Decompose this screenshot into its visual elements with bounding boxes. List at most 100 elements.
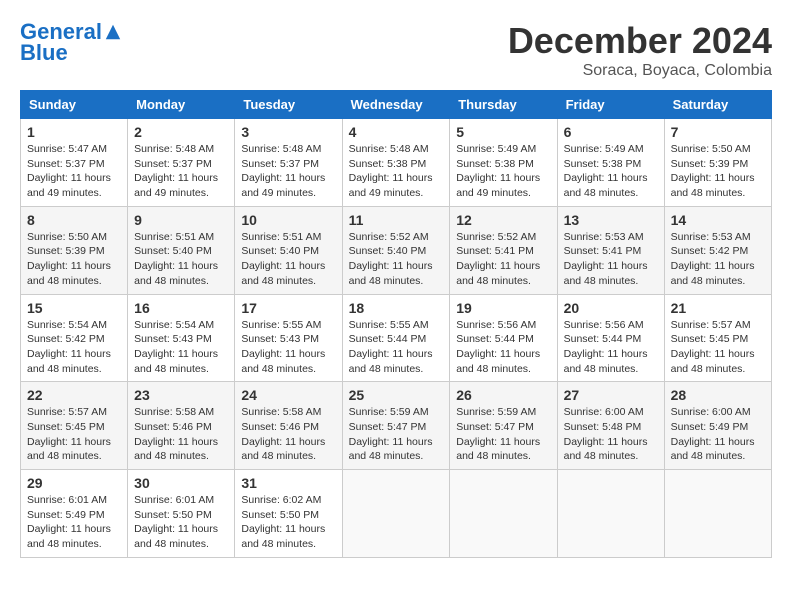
weekday-header-friday: Friday bbox=[557, 91, 664, 119]
day-number: 15 bbox=[27, 300, 121, 316]
day-number: 27 bbox=[564, 387, 658, 403]
day-info: Sunrise: 5:54 AM Sunset: 5:43 PM Dayligh… bbox=[134, 318, 228, 377]
day-number: 11 bbox=[349, 212, 444, 228]
day-info: Sunrise: 5:48 AM Sunset: 5:38 PM Dayligh… bbox=[349, 142, 444, 201]
week-row-4: 22 Sunrise: 5:57 AM Sunset: 5:45 PM Dayl… bbox=[21, 382, 772, 470]
calendar-cell: 3 Sunrise: 5:48 AM Sunset: 5:37 PM Dayli… bbox=[235, 119, 342, 207]
weekday-header-monday: Monday bbox=[128, 91, 235, 119]
day-number: 25 bbox=[349, 387, 444, 403]
calendar-cell: 20 Sunrise: 5:56 AM Sunset: 5:44 PM Dayl… bbox=[557, 294, 664, 382]
day-number: 19 bbox=[456, 300, 550, 316]
weekday-header-tuesday: Tuesday bbox=[235, 91, 342, 119]
day-info: Sunrise: 5:58 AM Sunset: 5:46 PM Dayligh… bbox=[134, 405, 228, 464]
title-area: December 2024 Soraca, Boyaca, Colombia bbox=[508, 20, 772, 80]
day-info: Sunrise: 5:56 AM Sunset: 5:44 PM Dayligh… bbox=[564, 318, 658, 377]
day-number: 3 bbox=[241, 124, 335, 140]
calendar-cell bbox=[557, 470, 664, 558]
logo-icon bbox=[104, 23, 122, 41]
day-info: Sunrise: 5:50 AM Sunset: 5:39 PM Dayligh… bbox=[671, 142, 765, 201]
day-number: 13 bbox=[564, 212, 658, 228]
day-info: Sunrise: 5:57 AM Sunset: 5:45 PM Dayligh… bbox=[27, 405, 121, 464]
calendar-cell: 17 Sunrise: 5:55 AM Sunset: 5:43 PM Dayl… bbox=[235, 294, 342, 382]
day-info: Sunrise: 6:01 AM Sunset: 5:50 PM Dayligh… bbox=[134, 493, 228, 552]
calendar-cell: 6 Sunrise: 5:49 AM Sunset: 5:38 PM Dayli… bbox=[557, 119, 664, 207]
day-info: Sunrise: 6:00 AM Sunset: 5:48 PM Dayligh… bbox=[564, 405, 658, 464]
day-number: 5 bbox=[456, 124, 550, 140]
day-number: 29 bbox=[27, 475, 121, 491]
calendar-cell: 28 Sunrise: 6:00 AM Sunset: 5:49 PM Dayl… bbox=[664, 382, 771, 470]
day-number: 26 bbox=[456, 387, 550, 403]
calendar-cell: 12 Sunrise: 5:52 AM Sunset: 5:41 PM Dayl… bbox=[450, 206, 557, 294]
calendar-cell: 11 Sunrise: 5:52 AM Sunset: 5:40 PM Dayl… bbox=[342, 206, 450, 294]
calendar-cell: 30 Sunrise: 6:01 AM Sunset: 5:50 PM Dayl… bbox=[128, 470, 235, 558]
day-number: 17 bbox=[241, 300, 335, 316]
day-number: 6 bbox=[564, 124, 658, 140]
day-number: 10 bbox=[241, 212, 335, 228]
day-info: Sunrise: 5:53 AM Sunset: 5:41 PM Dayligh… bbox=[564, 230, 658, 289]
day-info: Sunrise: 5:53 AM Sunset: 5:42 PM Dayligh… bbox=[671, 230, 765, 289]
calendar-cell: 22 Sunrise: 5:57 AM Sunset: 5:45 PM Dayl… bbox=[21, 382, 128, 470]
day-info: Sunrise: 5:57 AM Sunset: 5:45 PM Dayligh… bbox=[671, 318, 765, 377]
weekday-header-thursday: Thursday bbox=[450, 91, 557, 119]
calendar-cell: 18 Sunrise: 5:55 AM Sunset: 5:44 PM Dayl… bbox=[342, 294, 450, 382]
week-row-1: 1 Sunrise: 5:47 AM Sunset: 5:37 PM Dayli… bbox=[21, 119, 772, 207]
day-info: Sunrise: 6:02 AM Sunset: 5:50 PM Dayligh… bbox=[241, 493, 335, 552]
calendar-cell: 31 Sunrise: 6:02 AM Sunset: 5:50 PM Dayl… bbox=[235, 470, 342, 558]
weekday-header-saturday: Saturday bbox=[664, 91, 771, 119]
day-info: Sunrise: 5:52 AM Sunset: 5:40 PM Dayligh… bbox=[349, 230, 444, 289]
day-number: 31 bbox=[241, 475, 335, 491]
weekday-header-row: SundayMondayTuesdayWednesdayThursdayFrid… bbox=[21, 91, 772, 119]
day-number: 16 bbox=[134, 300, 228, 316]
calendar-cell: 7 Sunrise: 5:50 AM Sunset: 5:39 PM Dayli… bbox=[664, 119, 771, 207]
calendar-cell: 14 Sunrise: 5:53 AM Sunset: 5:42 PM Dayl… bbox=[664, 206, 771, 294]
location-title: Soraca, Boyaca, Colombia bbox=[508, 62, 772, 80]
day-info: Sunrise: 5:49 AM Sunset: 5:38 PM Dayligh… bbox=[564, 142, 658, 201]
calendar-cell: 10 Sunrise: 5:51 AM Sunset: 5:40 PM Dayl… bbox=[235, 206, 342, 294]
day-number: 12 bbox=[456, 212, 550, 228]
day-info: Sunrise: 5:59 AM Sunset: 5:47 PM Dayligh… bbox=[456, 405, 550, 464]
day-info: Sunrise: 6:00 AM Sunset: 5:49 PM Dayligh… bbox=[671, 405, 765, 464]
day-info: Sunrise: 5:51 AM Sunset: 5:40 PM Dayligh… bbox=[134, 230, 228, 289]
week-row-5: 29 Sunrise: 6:01 AM Sunset: 5:49 PM Dayl… bbox=[21, 470, 772, 558]
month-title: December 2024 bbox=[508, 20, 772, 62]
calendar-cell bbox=[342, 470, 450, 558]
day-info: Sunrise: 5:58 AM Sunset: 5:46 PM Dayligh… bbox=[241, 405, 335, 464]
calendar-cell: 5 Sunrise: 5:49 AM Sunset: 5:38 PM Dayli… bbox=[450, 119, 557, 207]
weekday-header-sunday: Sunday bbox=[21, 91, 128, 119]
day-info: Sunrise: 5:55 AM Sunset: 5:43 PM Dayligh… bbox=[241, 318, 335, 377]
day-info: Sunrise: 6:01 AM Sunset: 5:49 PM Dayligh… bbox=[27, 493, 121, 552]
day-number: 4 bbox=[349, 124, 444, 140]
weekday-header-wednesday: Wednesday bbox=[342, 91, 450, 119]
day-info: Sunrise: 5:48 AM Sunset: 5:37 PM Dayligh… bbox=[134, 142, 228, 201]
week-row-3: 15 Sunrise: 5:54 AM Sunset: 5:42 PM Dayl… bbox=[21, 294, 772, 382]
calendar-cell bbox=[450, 470, 557, 558]
day-number: 7 bbox=[671, 124, 765, 140]
calendar-cell: 16 Sunrise: 5:54 AM Sunset: 5:43 PM Dayl… bbox=[128, 294, 235, 382]
day-info: Sunrise: 5:52 AM Sunset: 5:41 PM Dayligh… bbox=[456, 230, 550, 289]
calendar-cell: 24 Sunrise: 5:58 AM Sunset: 5:46 PM Dayl… bbox=[235, 382, 342, 470]
day-number: 8 bbox=[27, 212, 121, 228]
week-row-2: 8 Sunrise: 5:50 AM Sunset: 5:39 PM Dayli… bbox=[21, 206, 772, 294]
calendar-cell: 1 Sunrise: 5:47 AM Sunset: 5:37 PM Dayli… bbox=[21, 119, 128, 207]
day-number: 20 bbox=[564, 300, 658, 316]
day-info: Sunrise: 5:51 AM Sunset: 5:40 PM Dayligh… bbox=[241, 230, 335, 289]
day-info: Sunrise: 5:47 AM Sunset: 5:37 PM Dayligh… bbox=[27, 142, 121, 201]
day-number: 24 bbox=[241, 387, 335, 403]
day-number: 23 bbox=[134, 387, 228, 403]
calendar-cell: 25 Sunrise: 5:59 AM Sunset: 5:47 PM Dayl… bbox=[342, 382, 450, 470]
day-info: Sunrise: 5:49 AM Sunset: 5:38 PM Dayligh… bbox=[456, 142, 550, 201]
header: General Blue December 2024 Soraca, Boyac… bbox=[20, 20, 772, 80]
day-number: 9 bbox=[134, 212, 228, 228]
calendar-cell: 19 Sunrise: 5:56 AM Sunset: 5:44 PM Dayl… bbox=[450, 294, 557, 382]
day-number: 1 bbox=[27, 124, 121, 140]
day-info: Sunrise: 5:56 AM Sunset: 5:44 PM Dayligh… bbox=[456, 318, 550, 377]
day-number: 14 bbox=[671, 212, 765, 228]
day-info: Sunrise: 5:59 AM Sunset: 5:47 PM Dayligh… bbox=[349, 405, 444, 464]
calendar-cell: 2 Sunrise: 5:48 AM Sunset: 5:37 PM Dayli… bbox=[128, 119, 235, 207]
calendar-cell: 8 Sunrise: 5:50 AM Sunset: 5:39 PM Dayli… bbox=[21, 206, 128, 294]
calendar-cell bbox=[664, 470, 771, 558]
calendar-cell: 27 Sunrise: 6:00 AM Sunset: 5:48 PM Dayl… bbox=[557, 382, 664, 470]
day-number: 18 bbox=[349, 300, 444, 316]
logo: General Blue bbox=[20, 20, 122, 66]
day-info: Sunrise: 5:55 AM Sunset: 5:44 PM Dayligh… bbox=[349, 318, 444, 377]
